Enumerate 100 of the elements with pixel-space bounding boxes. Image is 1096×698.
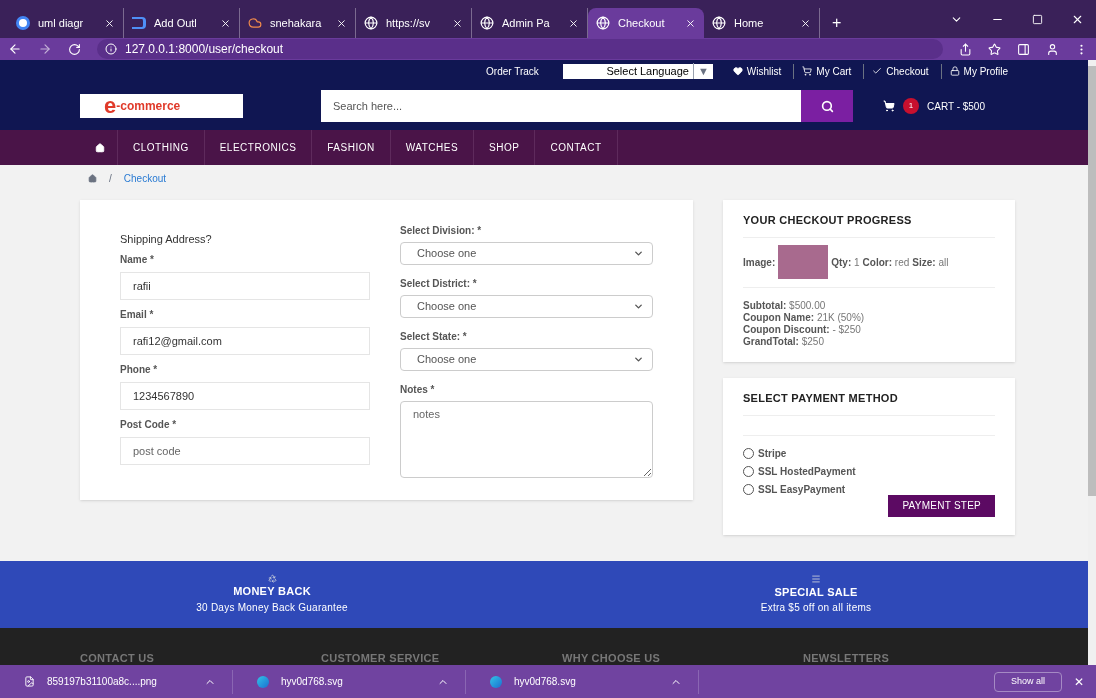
search-field[interactable]: Search here... bbox=[321, 90, 801, 122]
item-detail: Color: red bbox=[862, 255, 910, 270]
footer-heading: CUSTOMER SERVICE bbox=[321, 651, 441, 665]
download-item[interactable]: 859197b31100a8c....png bbox=[0, 669, 233, 694]
download-item[interactable]: hyv0d768.svg bbox=[233, 669, 466, 694]
card-title: SELECT PAYMENT METHOD bbox=[743, 390, 995, 416]
select-field[interactable]: Choose one bbox=[400, 295, 653, 318]
nav-link[interactable]: FASHION bbox=[312, 130, 391, 165]
total-line: Coupon Name: 21K (50%) bbox=[743, 311, 866, 324]
close-icon[interactable] bbox=[685, 17, 696, 29]
field-label: Select District: * bbox=[400, 277, 478, 291]
chevron-icon bbox=[633, 354, 644, 365]
close-icon[interactable] bbox=[220, 17, 231, 29]
tab-title: Admin Pa bbox=[502, 15, 551, 31]
order-track-link[interactable]: Order Track bbox=[486, 63, 539, 79]
top-link[interactable]: My Profile bbox=[940, 63, 1008, 79]
info-icon bbox=[105, 43, 117, 55]
search-button[interactable] bbox=[801, 90, 853, 122]
radio-label: Stripe bbox=[758, 446, 787, 461]
chevron-icon bbox=[633, 301, 644, 312]
item-detail: Qty: 1 bbox=[831, 255, 860, 270]
bars-icon bbox=[811, 573, 821, 584]
cart-count-badge: 1 bbox=[903, 98, 919, 114]
cart-icon[interactable] bbox=[883, 100, 895, 112]
profile-icon[interactable] bbox=[1046, 42, 1059, 56]
globe-icon bbox=[596, 16, 610, 30]
top-link[interactable]: Wishlist bbox=[724, 63, 782, 79]
card-title: YOUR CHECKOUT PROGRESS bbox=[743, 212, 995, 238]
browser-tab[interactable]: Checkout bbox=[588, 8, 704, 38]
nav-link[interactable]: WATCHES bbox=[390, 130, 475, 165]
cart-icon bbox=[802, 66, 813, 76]
radio-label: SSL HostedPayment bbox=[758, 464, 856, 479]
total-line: GrandTotal: $250 bbox=[743, 335, 825, 348]
input-field[interactable]: rafi12@gmail.com bbox=[120, 326, 370, 355]
tab-title: Home bbox=[734, 15, 765, 31]
show-all-button[interactable]: Show all bbox=[993, 671, 1062, 692]
section-title: Shipping Address? bbox=[120, 232, 213, 247]
item-detail: Size: all bbox=[912, 255, 949, 270]
new-tab-button[interactable]: + bbox=[820, 8, 854, 38]
download-name: 859197b31100a8c....png bbox=[47, 675, 158, 689]
share-icon[interactable] bbox=[959, 42, 972, 56]
back-icon[interactable] bbox=[8, 42, 22, 56]
field-label: Phone * bbox=[120, 362, 159, 377]
close-icon[interactable] bbox=[568, 17, 579, 29]
input-field[interactable]: post code bbox=[120, 436, 370, 465]
url-text: 127.0.0.1:8000/user/checkout bbox=[125, 41, 284, 58]
maximize-icon[interactable] bbox=[1032, 13, 1043, 25]
file-icon bbox=[24, 676, 35, 687]
radio-button[interactable] bbox=[743, 465, 754, 477]
nav-link[interactable]: CLOTHING bbox=[118, 130, 205, 165]
select-field[interactable]: Choose one bbox=[400, 348, 653, 371]
radio-button[interactable] bbox=[743, 447, 754, 459]
home-icon bbox=[95, 142, 105, 153]
chevron-icon bbox=[633, 248, 644, 259]
bookmark-star-icon[interactable] bbox=[988, 42, 1001, 56]
radio-button[interactable] bbox=[743, 483, 754, 495]
radio-label: SSL EasyPayment bbox=[758, 482, 846, 497]
download-item[interactable]: hyv0d768.svg bbox=[466, 669, 699, 694]
download-name: hyv0d768.svg bbox=[514, 675, 577, 689]
download-name: hyv0d768.svg bbox=[281, 675, 344, 689]
top-link[interactable]: My Cart bbox=[793, 63, 852, 79]
top-link[interactable]: Checkout bbox=[863, 63, 929, 79]
field-label: Select State: * bbox=[400, 330, 468, 344]
lock-icon bbox=[949, 66, 960, 76]
globe-icon bbox=[480, 16, 494, 30]
address-bar[interactable]: 127.0.0.1:8000/user/checkout bbox=[97, 39, 943, 59]
field-label: Email * bbox=[120, 307, 155, 322]
site-logo[interactable]: e-commerce bbox=[80, 94, 243, 118]
nav-link[interactable]: SHOP bbox=[474, 130, 536, 165]
cart-total[interactable]: CART - $500 bbox=[927, 98, 985, 114]
total-line: Subtotal: $500.00 bbox=[743, 299, 827, 312]
input-field[interactable]: rafii bbox=[120, 271, 370, 300]
cloud-icon bbox=[248, 16, 262, 30]
close-button[interactable]: ✕ bbox=[1074, 672, 1084, 691]
field-label: Notes * bbox=[400, 383, 436, 397]
tab-title: snehakara bbox=[270, 15, 323, 31]
nav-link[interactable]: ELECTRONICS bbox=[204, 130, 313, 165]
close-icon[interactable] bbox=[452, 17, 463, 29]
nav-link[interactable]: CONTACT bbox=[535, 130, 618, 165]
heart-icon bbox=[732, 66, 743, 76]
recycle-icon bbox=[267, 574, 277, 584]
notes-field[interactable]: notes bbox=[400, 401, 653, 478]
home-icon[interactable] bbox=[88, 173, 97, 183]
side-panel-icon[interactable] bbox=[1017, 42, 1030, 56]
input-field[interactable]: 1234567890 bbox=[120, 381, 370, 410]
payment-step-button[interactable]: PAYMENT STEP bbox=[888, 494, 995, 517]
close-icon[interactable] bbox=[800, 17, 811, 29]
close-icon[interactable] bbox=[104, 17, 115, 29]
reload-icon[interactable] bbox=[68, 42, 81, 56]
browser-file-icon bbox=[490, 675, 502, 688]
language-select[interactable]: Select Language ▼ bbox=[562, 63, 713, 79]
close-icon[interactable] bbox=[336, 17, 347, 29]
footer-heading: NEWSLETTERS bbox=[803, 651, 891, 665]
select-field[interactable]: Choose one bbox=[400, 242, 653, 265]
footer-heading: WHY CHOOSE US bbox=[562, 651, 662, 665]
globe-icon bbox=[364, 16, 378, 30]
field-label: Select Division: * bbox=[400, 224, 483, 238]
google-icon bbox=[16, 16, 30, 30]
breadcrumb-link[interactable]: Checkout bbox=[123, 170, 167, 186]
forward-icon[interactable] bbox=[38, 42, 52, 56]
